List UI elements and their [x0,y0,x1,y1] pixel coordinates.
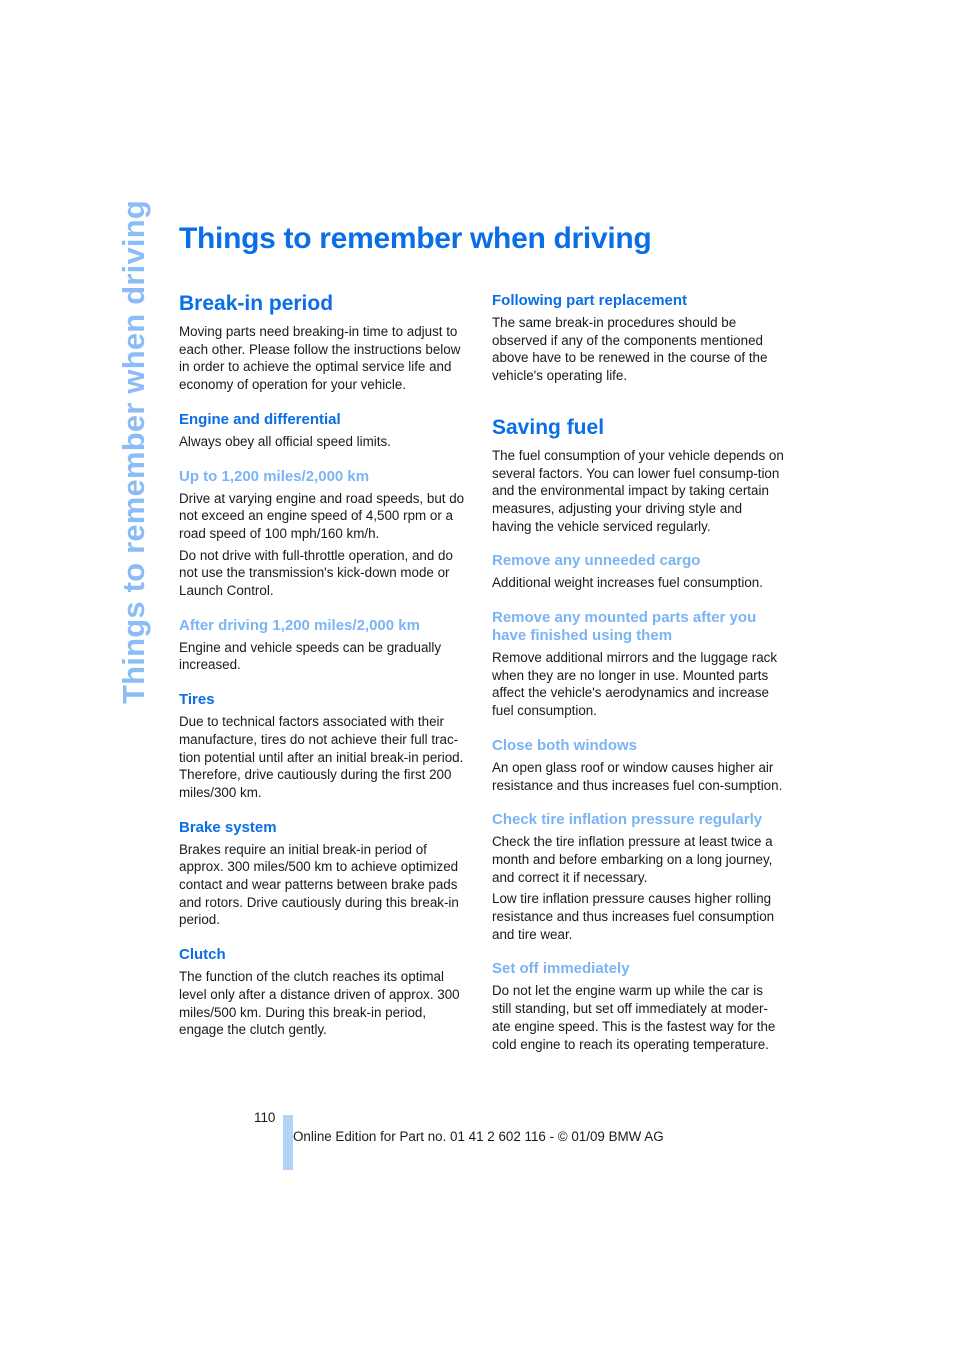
part-replacement-text: The same break-in procedures should be o… [492,315,768,384]
heading-tires: Tires [179,691,215,709]
tire-pressure-text-1: Check the tire inflation pressure at lea… [492,834,773,885]
section-heading-break-in: Break-in period [179,292,334,315]
heading-after-1200: After driving 1,200 miles/2,000 km [179,616,420,634]
tires-text: Due to technical factors associated with… [179,714,464,800]
footer-accent-bar [283,1115,293,1170]
heading-close-windows: Close both windows [492,736,637,754]
heading-tire-pressure: Check tire inflation pressure regularly [492,811,763,829]
heading-following-part-replacement: Following part replacement [492,292,688,309]
heading-clutch: Clutch [179,946,226,964]
right-column: Following part replacement The same brea… [492,292,784,1053]
side-tab-chapter-label: Things to remember when driving [116,200,151,704]
section-heading-saving-fuel: Saving fuel [492,415,605,439]
heading-set-off-immediately: Set off immediately [492,960,630,978]
heading-mounted-parts: Remove any mounted parts after you have … [492,609,757,645]
heading-up-to-1200: Up to 1,200 miles/2,000 km [179,467,370,485]
up-to-1200-text-1: Drive at varying engine and road speeds,… [179,490,465,541]
engine-differential-text: Always obey all official speed limits. [179,433,391,449]
close-windows-text: An open glass roof or window causes high… [492,759,783,793]
break-in-intro: Moving parts need breaking-in time to ad… [179,324,461,393]
clutch-text: The function of the clutch reaches its o… [179,969,460,1038]
heading-engine-differential: Engine and differential [179,410,341,428]
up-to-1200-text-2: Do not drive with full-throttle operatio… [179,547,453,599]
unneeded-cargo-text: Additional weight increases fuel consump… [492,575,763,591]
left-column: Break-in period Moving parts need breaki… [179,291,471,1039]
page-title: Things to remember when driving [179,222,652,255]
heading-unneeded-cargo: Remove any unneeded cargo [492,552,701,570]
heading-brake-system: Brake system [179,818,277,836]
mounted-parts-text: Remove additional mirrors and the luggag… [492,650,778,719]
set-off-text: Do not let the engine warm up while the … [492,983,776,1052]
saving-fuel-intro: The fuel consumption of your vehicle dep… [492,447,784,534]
brake-system-text: Brakes require an initial break-in perio… [179,841,459,928]
tire-pressure-text-2: Low tire inflation pressure causes highe… [492,891,775,942]
page-number: 110 [254,1110,276,1125]
after-1200-text: Engine and vehicle speeds can be gradual… [179,639,442,673]
footer-edition-text: Online Edition for Part no. 01 41 2 602 … [293,1129,664,1144]
